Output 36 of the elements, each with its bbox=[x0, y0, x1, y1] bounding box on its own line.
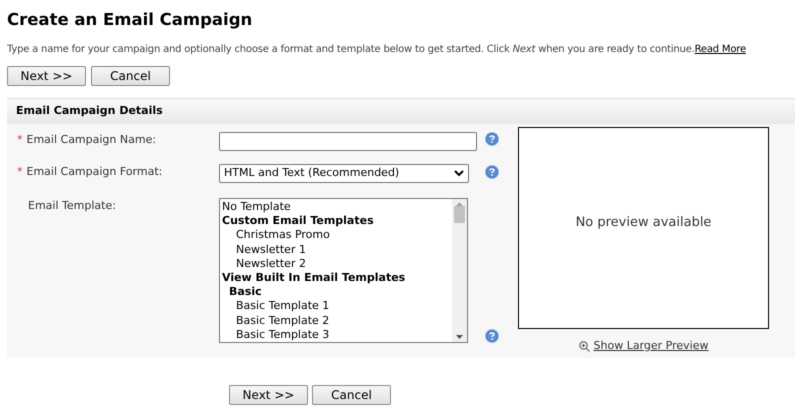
template-option[interactable]: No Template bbox=[220, 200, 452, 214]
template-option[interactable]: Christmas Promo bbox=[220, 228, 452, 243]
field-label: Email Campaign Format: bbox=[26, 165, 162, 178]
group-label: Basic bbox=[228, 285, 263, 300]
larger-preview-link[interactable]: Show Larger Preview bbox=[594, 338, 708, 354]
form-button[interactable]: Cancel bbox=[312, 385, 391, 405]
read-more-link[interactable]: Read More bbox=[694, 42, 746, 57]
template-listbox[interactable]: No Template Custom Email Templates Christmas Promo Newsletter 1 Newsletter 2 View Built In Email Templates Basic Basic Template 1 Basic Template 2 Basic Template 3 bbox=[219, 198, 468, 343]
template-option[interactable]: Basic Template 2 bbox=[220, 314, 452, 328]
group-label: Custom Email Templates bbox=[221, 214, 375, 228]
help-icon[interactable] bbox=[485, 329, 499, 343]
template-option[interactable]: Newsletter 2 bbox=[220, 256, 452, 272]
help-icon[interactable] bbox=[485, 132, 499, 146]
required-mark: * bbox=[17, 165, 22, 178]
section-header: Email Campaign Details bbox=[7, 98, 795, 124]
help-icon[interactable] bbox=[485, 165, 499, 179]
format-dropdown[interactable]: HTML and Text (Recommended) bbox=[219, 164, 469, 183]
zoom-in-icon bbox=[578, 340, 590, 352]
template-option[interactable]: Basic Template 3 bbox=[220, 328, 452, 342]
form-button[interactable]: Next >> bbox=[7, 66, 86, 86]
scroll-down-icon[interactable] bbox=[456, 335, 463, 339]
field-label: Email Template: bbox=[28, 199, 116, 212]
template-option[interactable]: Basic Template 1 bbox=[220, 299, 452, 314]
template-option[interactable]: Newsletter 1 bbox=[220, 242, 452, 257]
group-label: View Built In Email Templates bbox=[221, 271, 406, 286]
intro-text: Type a name for your campaign and optionally choose a format and template below to get started. Click Next when you are ready to continue. bbox=[7, 43, 695, 57]
scroll-thumb[interactable] bbox=[454, 206, 465, 223]
scrollbar[interactable] bbox=[452, 199, 467, 342]
form-button[interactable]: Next >> bbox=[229, 385, 308, 405]
preview-box: No preview available bbox=[518, 127, 769, 329]
form-button[interactable]: Cancel bbox=[91, 66, 170, 86]
required-mark: * bbox=[17, 133, 22, 146]
campaign-name-field[interactable] bbox=[219, 132, 477, 151]
chevron-down-icon bbox=[454, 170, 464, 177]
field-label: Email Campaign Name: bbox=[26, 133, 156, 146]
page-title: Create an Email Campaign bbox=[7, 9, 254, 31]
